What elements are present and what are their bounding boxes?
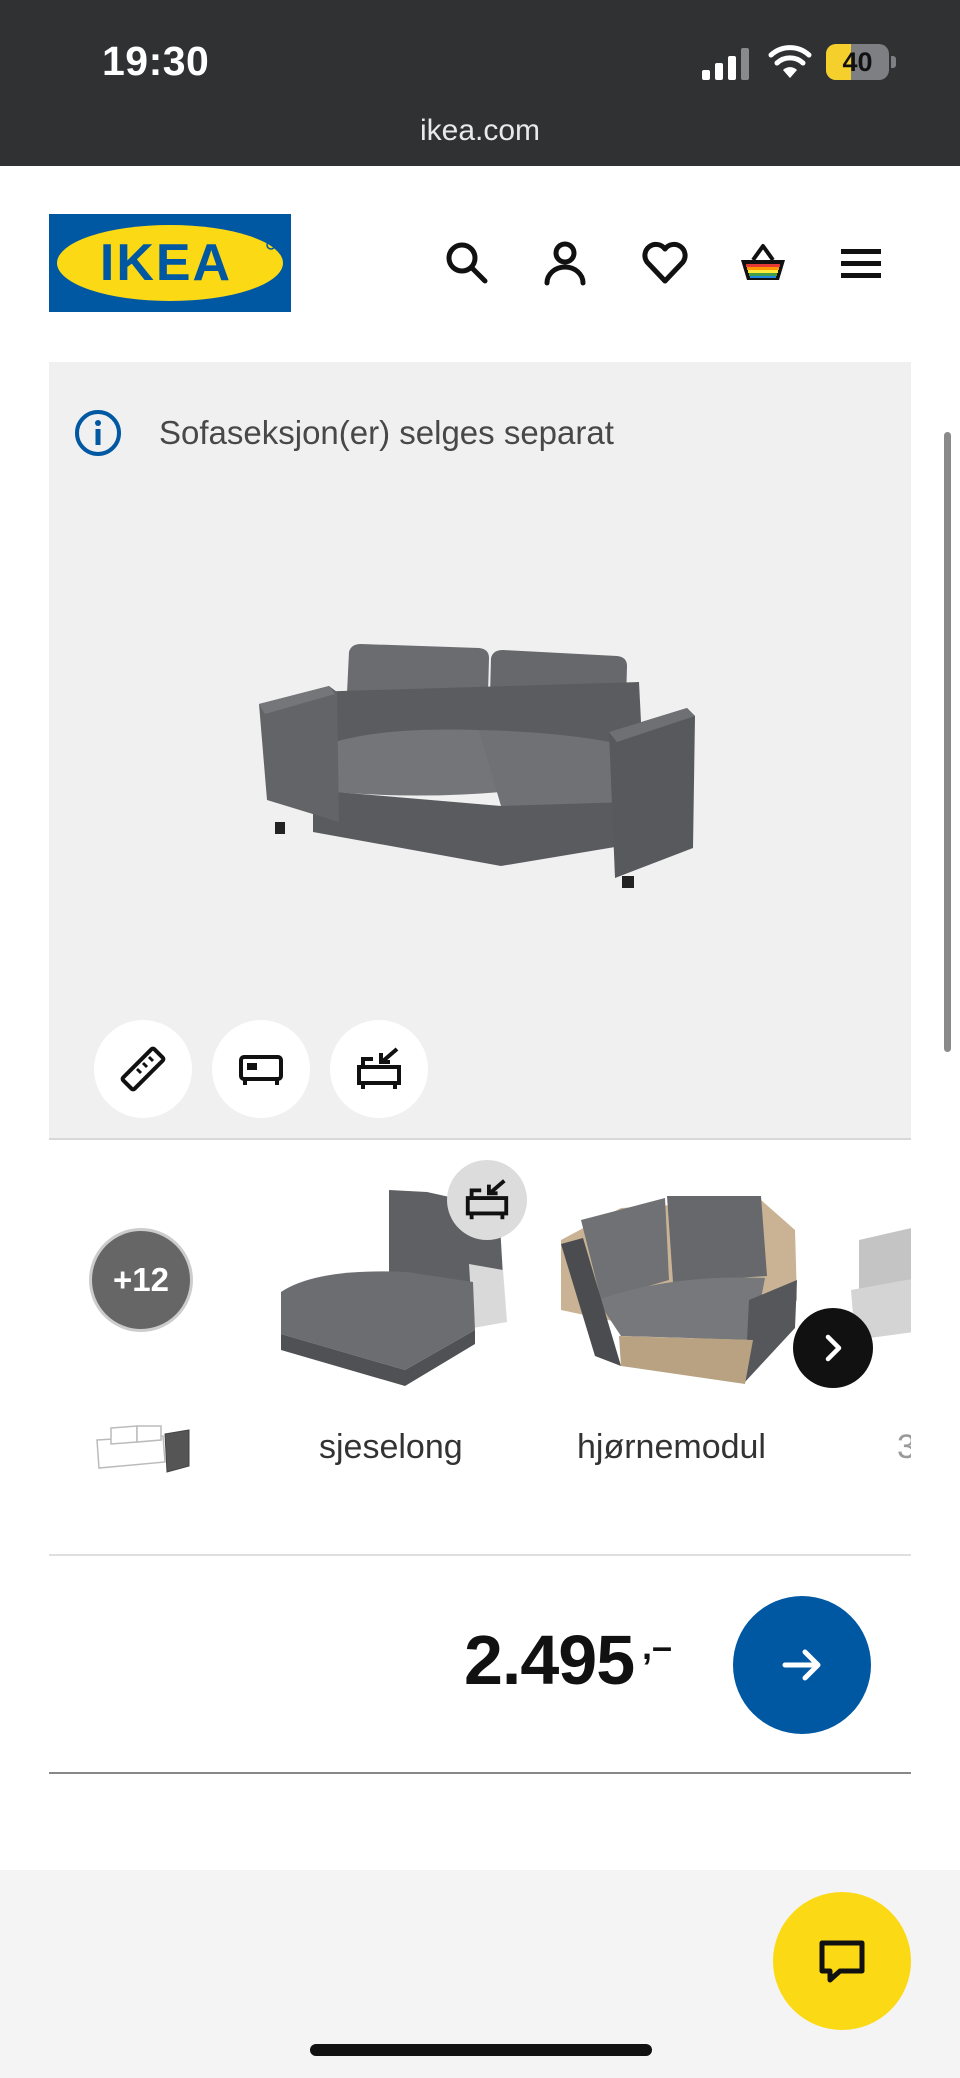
sofa-bed-button[interactable]	[212, 1020, 310, 1118]
battery-indicator: 40	[826, 44, 896, 80]
continue-button[interactable]	[733, 1596, 871, 1734]
module-label-corner: hjørnemodul	[577, 1428, 766, 1466]
svg-text:IKEA: IKEA	[100, 234, 232, 292]
sofa-switch-icon	[357, 1047, 401, 1089]
info-notice: Sofaseksjon(er) selges separat	[73, 408, 614, 458]
signal-icon	[702, 48, 749, 80]
info-icon	[75, 410, 121, 456]
price-integer: 2.495	[464, 1621, 635, 1699]
menu-icon[interactable]	[836, 238, 886, 288]
ruler-icon	[120, 1046, 166, 1092]
battery-level: 40	[842, 47, 873, 77]
chat-icon	[819, 1940, 865, 1983]
price-decimal: ,–	[642, 1626, 673, 1667]
battery-body: 40	[826, 44, 889, 80]
heart-icon[interactable]	[640, 238, 690, 288]
carousel-next-button[interactable]	[793, 1308, 873, 1388]
divider	[49, 1554, 911, 1556]
account-icon[interactable]	[540, 238, 590, 288]
sofa-switch-icon	[465, 1179, 509, 1220]
info-text: Sofaseksjon(er) selges separat	[159, 414, 614, 451]
sofa-image[interactable]	[239, 622, 719, 912]
corner-module-image	[561, 1196, 797, 1384]
more-modules-badge[interactable]: +12	[89, 1228, 193, 1332]
product-image-area: Sofaseksjon(er) selges separat	[49, 362, 911, 1138]
status-time: 19:30	[102, 38, 210, 84]
sofa-switch-button[interactable]	[330, 1020, 428, 1118]
product-price: 2.495 ,–	[464, 1620, 678, 1710]
site-header: IKEA	[0, 166, 960, 362]
module-label-chaise: sjeselong	[319, 1428, 463, 1466]
sofa-bed-icon	[239, 1055, 283, 1085]
status-bar: 19:30 40 ikea.com	[0, 0, 960, 166]
current-sofa-thumbnail[interactable]	[93, 1418, 193, 1478]
module-switch-badge	[447, 1160, 527, 1240]
scrollbar[interactable]	[944, 432, 951, 1052]
wifi-icon	[768, 45, 812, 78]
chat-button[interactable]	[773, 1892, 911, 2030]
ikea-logo[interactable]: IKEA	[49, 214, 291, 312]
battery-cap	[891, 56, 896, 68]
home-indicator[interactable]	[310, 2044, 652, 2056]
measure-button[interactable]	[94, 1020, 192, 1118]
basket-icon[interactable]	[738, 238, 788, 288]
chevron-right-icon	[825, 1334, 842, 1362]
arrow-right-icon	[782, 1649, 821, 1681]
search-icon[interactable]	[442, 238, 492, 288]
module-label-three-seat: 3-se	[897, 1428, 911, 1466]
address-bar-url[interactable]: ikea.com	[0, 114, 960, 148]
divider	[49, 1772, 911, 1774]
module-carousel: +12 sjeselong hjørnemodul 3	[49, 1140, 911, 1490]
